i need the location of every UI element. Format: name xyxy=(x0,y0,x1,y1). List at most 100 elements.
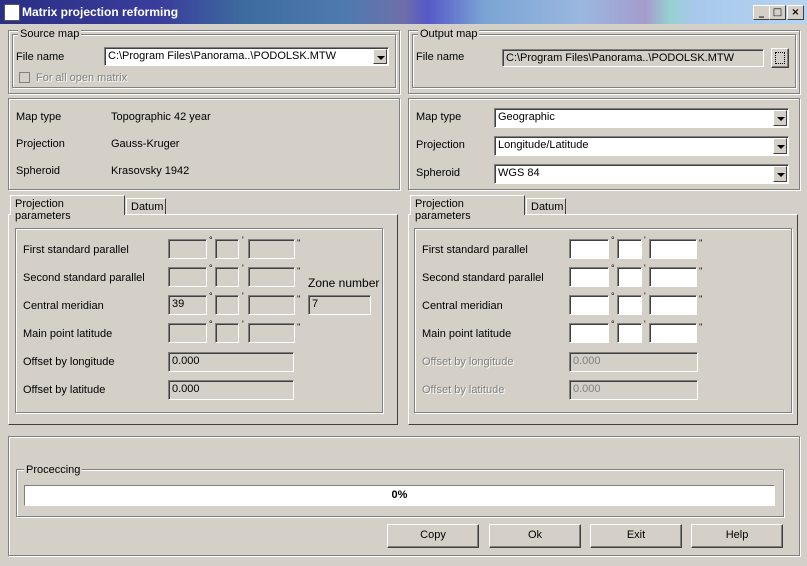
output-map-type-combo[interactable]: Geographic xyxy=(494,108,789,128)
source-first-parallel-label: First standard parallel xyxy=(23,244,129,256)
output-second-parallel-min[interactable] xyxy=(617,267,642,287)
chevron-down-icon[interactable] xyxy=(773,110,787,126)
source-spheroid-value: Krasovsky 1942 xyxy=(111,165,190,177)
output-file-field: C:\Program Files\Panorama..\PODOLSK.MTW xyxy=(502,49,764,67)
source-central-meridian-sec xyxy=(248,295,295,315)
source-first-parallel-sec xyxy=(248,239,295,259)
output-offset-lon-field: 0.000 xyxy=(569,352,698,372)
source-offset-lon-label: Offset by longitude xyxy=(23,356,115,368)
chevron-down-icon[interactable] xyxy=(773,138,787,154)
source-offset-lat-label: Offset by latitude xyxy=(23,384,106,396)
minimize-button[interactable]: _ xyxy=(753,5,770,20)
source-second-parallel-sec xyxy=(248,267,295,287)
tab-source-datum[interactable]: Datum xyxy=(126,198,166,215)
copy-button[interactable]: Copy xyxy=(387,524,479,548)
zone-number-label: Zone number xyxy=(308,276,380,290)
source-main-point-sec xyxy=(248,323,295,343)
output-map-type-value: Geographic xyxy=(498,111,555,123)
source-map-legend: Source map xyxy=(18,28,82,40)
zone-number-value: 7 xyxy=(312,298,319,310)
source-main-point-min xyxy=(215,323,239,343)
close-button[interactable]: × xyxy=(787,5,804,20)
source-projection-value: Gauss-Kruger xyxy=(111,138,180,150)
source-projection-label: Projection xyxy=(16,138,65,150)
output-central-meridian-sec[interactable] xyxy=(649,295,697,315)
output-main-point-deg[interactable] xyxy=(569,323,609,343)
output-first-parallel-deg[interactable] xyxy=(569,239,609,259)
app-icon xyxy=(4,4,20,21)
minute-symbol: ' xyxy=(242,263,244,273)
source-offset-lat-value: 0.000 xyxy=(172,383,200,395)
minute-symbol: ' xyxy=(644,319,646,329)
output-file-label: File name xyxy=(416,51,465,63)
output-main-point-sec[interactable] xyxy=(649,323,697,343)
output-first-parallel-sec[interactable] xyxy=(649,239,697,259)
output-offset-lat-label: Offset by latitude xyxy=(422,384,505,396)
all-open-label: For all open matrix xyxy=(36,72,128,84)
output-main-point-min[interactable] xyxy=(617,323,642,343)
source-central-meridian-label: Central meridian xyxy=(23,300,104,312)
output-second-parallel-sec[interactable] xyxy=(649,267,697,287)
output-offset-lon-label: Offset by longitude xyxy=(422,356,514,368)
minute-symbol: ' xyxy=(644,263,646,273)
browse-icon xyxy=(775,52,785,64)
output-offset-lat-field: 0.000 xyxy=(569,380,698,400)
source-offset-lat-field: 0.000 xyxy=(168,380,294,400)
ok-button[interactable]: Ok xyxy=(489,524,581,548)
source-map-type-label: Map type xyxy=(16,111,62,123)
output-map-type-label: Map type xyxy=(416,111,462,123)
degree-symbol: ° xyxy=(611,291,615,301)
browse-button[interactable] xyxy=(771,48,789,68)
output-central-meridian-min[interactable] xyxy=(617,295,642,315)
output-spheroid-combo[interactable]: WGS 84 xyxy=(494,164,789,184)
degree-symbol: ° xyxy=(611,319,615,329)
tab-source-projection-params[interactable]: Projection parameters xyxy=(10,195,125,222)
second-symbol: '' xyxy=(297,322,301,332)
degree-symbol: ° xyxy=(209,319,213,329)
output-projection-combo[interactable]: Longitude/Latitude xyxy=(494,136,789,156)
maximize-button[interactable]: □ xyxy=(769,5,786,20)
degree-symbol: ° xyxy=(209,291,213,301)
source-file-value: C:\Program Files\Panorama..\PODOLSK.MTW xyxy=(108,50,336,62)
processing-legend: Proceccing xyxy=(24,464,83,476)
chevron-down-icon[interactable] xyxy=(773,166,787,182)
minute-symbol: ' xyxy=(242,291,244,301)
output-offset-lat-value: 0.000 xyxy=(573,383,601,395)
source-main-point-deg xyxy=(168,323,207,343)
output-main-point-label: Main point latitude xyxy=(422,328,512,340)
source-central-meridian-min xyxy=(215,295,239,315)
source-main-point-label: Main point latitude xyxy=(23,328,113,340)
output-second-parallel-deg[interactable] xyxy=(569,267,609,287)
second-symbol: '' xyxy=(297,294,301,304)
exit-button[interactable]: Exit xyxy=(590,524,682,548)
all-open-checkbox[interactable] xyxy=(19,72,30,83)
output-second-parallel-label: Second standard parallel xyxy=(422,272,544,284)
degree-symbol: ° xyxy=(611,235,615,245)
tab-output-datum[interactable]: Datum xyxy=(526,198,566,215)
source-map-type-value: Topographic 42 year xyxy=(111,111,211,123)
output-central-meridian-deg[interactable] xyxy=(569,295,609,315)
degree-symbol: ° xyxy=(209,235,213,245)
output-first-parallel-min[interactable] xyxy=(617,239,642,259)
output-central-meridian-label: Central meridian xyxy=(422,300,503,312)
minute-symbol: ' xyxy=(242,319,244,329)
help-button[interactable]: Help xyxy=(691,524,783,548)
source-second-parallel-deg xyxy=(168,267,207,287)
second-symbol: '' xyxy=(699,266,703,276)
output-offset-lon-value: 0.000 xyxy=(573,355,601,367)
second-symbol: '' xyxy=(699,294,703,304)
degree-symbol: ° xyxy=(611,263,615,273)
source-first-parallel-min xyxy=(215,239,239,259)
window-title: Matrix projection reforming xyxy=(22,5,179,19)
source-central-meridian-deg-value: 39 xyxy=(172,298,185,310)
minute-symbol: ' xyxy=(242,235,244,245)
second-symbol: '' xyxy=(297,266,301,276)
second-symbol: '' xyxy=(699,322,703,332)
source-second-parallel-label: Second standard parallel xyxy=(23,272,145,284)
tab-output-projection-params[interactable]: Projection parameters xyxy=(410,195,525,222)
second-symbol: '' xyxy=(699,238,703,248)
progress-bar: 0% xyxy=(24,485,775,506)
chevron-down-icon[interactable] xyxy=(373,49,387,64)
source-offset-lon-field: 0.000 xyxy=(168,352,294,372)
source-file-combo[interactable]: C:\Program Files\Panorama..\PODOLSK.MTW xyxy=(104,47,389,66)
